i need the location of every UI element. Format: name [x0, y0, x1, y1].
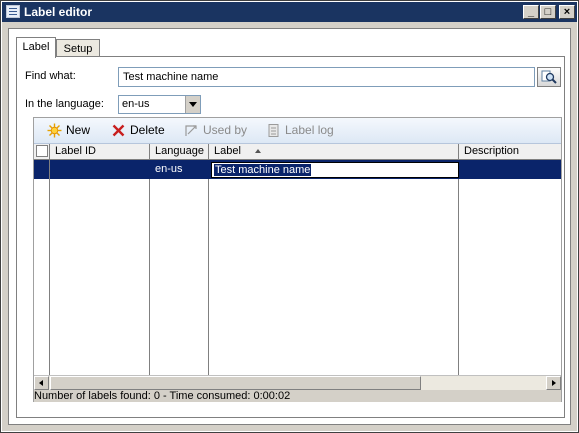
scrollbar-thumb[interactable] [50, 376, 421, 390]
delete-x-icon [112, 124, 125, 137]
tab-label[interactable]: Label [16, 37, 56, 58]
minimize-button[interactable]: _ [523, 5, 539, 19]
label-editor-window: Label editor _ □ × Label Setup Find what… [0, 0, 579, 433]
find-button[interactable] [537, 67, 561, 87]
column-divider [49, 160, 50, 375]
select-all-checkbox[interactable] [36, 145, 48, 157]
find-what-label: Find what: [25, 70, 76, 82]
table-row[interactable]: en-us Test machine name [34, 160, 561, 179]
language-label: In the language: [25, 98, 104, 110]
new-button-label: New [66, 123, 91, 137]
delete-button-label: Delete [130, 123, 165, 137]
delete-button[interactable]: Delete [111, 122, 171, 139]
grid-toolbar: New Delete Used by Label log [34, 118, 561, 144]
column-header-label-text: Label [214, 145, 241, 157]
search-icon [541, 70, 557, 84]
scroll-right-icon[interactable] [546, 376, 561, 390]
cell-language[interactable]: en-us [150, 160, 209, 179]
cell-label-editor[interactable]: Test machine name [211, 162, 459, 178]
app-icon [6, 5, 20, 18]
language-select-value: en-us [122, 98, 150, 110]
column-header-label[interactable]: Label [209, 144, 459, 159]
column-divider [149, 179, 150, 375]
new-button[interactable]: New [47, 122, 97, 139]
maximize-button[interactable]: □ [540, 5, 556, 19]
used-by-icon [185, 125, 197, 136]
label-log-button-label: Label log [285, 123, 334, 137]
column-header-language[interactable]: Language [150, 144, 209, 159]
label-tab-panel: Find what: Test machine name In the lang… [16, 56, 565, 418]
column-divider [208, 179, 209, 375]
labels-grid: New Delete Used by Label log Label ID La… [33, 117, 562, 402]
column-header-description[interactable]: Description [459, 144, 561, 159]
tab-container: Label Setup Find what: Test machine name… [8, 28, 571, 425]
sort-ascending-icon [255, 149, 261, 153]
horizontal-scrollbar[interactable] [34, 375, 561, 390]
find-what-input[interactable]: Test machine name [118, 67, 535, 87]
window-title: Label editor [24, 5, 93, 19]
grid-header: Label ID Language Label Description [34, 144, 561, 160]
select-all-cell[interactable] [34, 144, 50, 159]
title-bar[interactable]: Label editor _ □ × [2, 2, 577, 22]
column-header-label-id[interactable]: Label ID [50, 144, 150, 159]
label-log-button[interactable]: Label log [266, 122, 338, 139]
label-log-icon [268, 124, 279, 137]
status-bar: Number of labels found: 0 - Time consume… [34, 390, 561, 402]
column-divider [458, 179, 459, 375]
chevron-down-icon[interactable] [185, 96, 200, 113]
language-select[interactable]: en-us [118, 95, 201, 114]
scroll-left-icon[interactable] [34, 376, 49, 390]
window-frame: Label Setup Find what: Test machine name… [2, 22, 577, 431]
sun-new-icon [47, 123, 62, 138]
close-button[interactable]: × [559, 5, 575, 19]
used-by-button-label: Used by [203, 123, 248, 137]
used-by-button[interactable]: Used by [184, 122, 252, 139]
cell-description[interactable] [459, 160, 561, 179]
cell-label-text: Test machine name [214, 164, 312, 176]
cell-label-id[interactable] [50, 160, 150, 179]
